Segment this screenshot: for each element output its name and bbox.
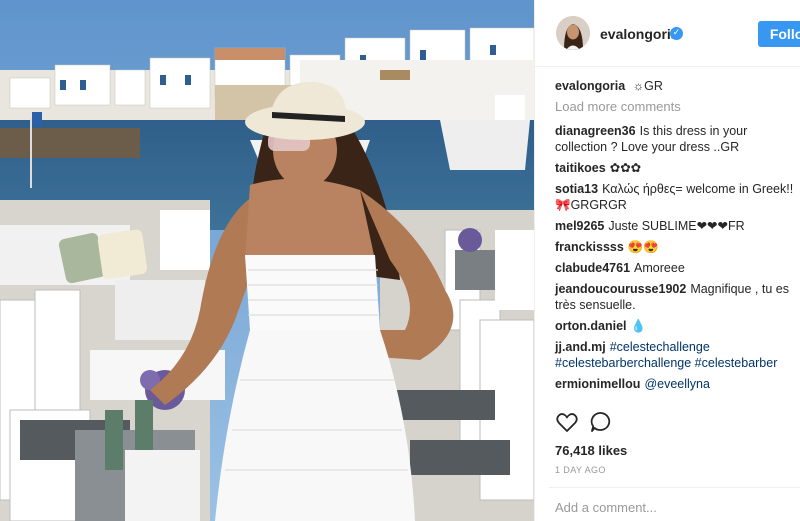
comment-text: Amoreee bbox=[634, 261, 685, 275]
comment-text: ✿✿✿ bbox=[609, 161, 642, 175]
comment-text: Juste SUBLIME❤❤❤FR bbox=[608, 219, 745, 233]
avatar[interactable] bbox=[556, 16, 590, 50]
add-comment-input[interactable] bbox=[555, 500, 775, 515]
comment-username[interactable]: jeandoucourusse1902 bbox=[555, 282, 686, 296]
comment-username[interactable]: sotia13 bbox=[555, 182, 598, 196]
load-more-comments-link[interactable]: Load more comments bbox=[555, 99, 800, 115]
comment-item: orton.daniel 💧 bbox=[555, 318, 800, 334]
likes-count[interactable]: 76,418 likes bbox=[555, 443, 627, 458]
photo-scene bbox=[0, 0, 534, 521]
avatar-image bbox=[556, 16, 590, 50]
verified-badge-icon: ✓ bbox=[670, 27, 683, 40]
header-username[interactable]: evalongoria bbox=[600, 26, 679, 42]
comment-item: franckissss 😍😍 bbox=[555, 239, 800, 255]
comment-item: jeandoucourusse1902 Magnifique , tu es tr… bbox=[555, 281, 800, 313]
comment-text: 😍😍 bbox=[627, 240, 659, 254]
comment-username[interactable]: dianagreen36 bbox=[555, 124, 636, 138]
comment-text: 💧 bbox=[630, 319, 647, 333]
comment-username[interactable]: orton.daniel bbox=[555, 319, 627, 333]
comment-item: jj.and.mj #celestechallenge #celestebarbe… bbox=[555, 339, 800, 371]
comment-username[interactable]: clabude4761 bbox=[555, 261, 630, 275]
comment-item: mel9265 Juste SUBLIME❤❤❤FR bbox=[555, 218, 800, 234]
post-header: evalongoria ✓ Follow bbox=[535, 0, 800, 67]
comment-item: clabude4761 Amoreee bbox=[555, 260, 800, 276]
caption-text: ☼GR bbox=[632, 79, 663, 93]
comment-item: dianagreen36 Is this dress in your collec… bbox=[555, 123, 800, 155]
post-photo[interactable] bbox=[0, 0, 534, 521]
caption: evalongoria ☼GR bbox=[555, 78, 800, 94]
divider bbox=[549, 487, 800, 488]
comment-username[interactable]: mel9265 bbox=[555, 219, 604, 233]
comment-username[interactable]: franckissss bbox=[555, 240, 624, 254]
heart-icon[interactable] bbox=[555, 410, 579, 434]
comment-bubble-icon[interactable] bbox=[589, 410, 613, 434]
post-timestamp[interactable]: 1 DAY AGO bbox=[555, 465, 606, 475]
post-panel: evalongoria ✓ Follow evalongoria ☼GR Loa… bbox=[534, 0, 800, 521]
caption-username[interactable]: evalongoria bbox=[555, 79, 625, 93]
comment-mention[interactable]: @eveellyna bbox=[644, 377, 710, 391]
comment-item: taitikoes ✿✿✿ bbox=[555, 160, 800, 176]
comment-username[interactable]: ermionimellou bbox=[555, 377, 640, 391]
comment-username[interactable]: jj.and.mj bbox=[555, 340, 606, 354]
comment-username[interactable]: taitikoes bbox=[555, 161, 606, 175]
follow-button[interactable]: Follow bbox=[758, 21, 800, 47]
comment-item: ermionimellou @eveellyna bbox=[555, 376, 800, 392]
comment-item: sotia13 Καλώς ήρθες= welcome in Greek!! 🎀… bbox=[555, 181, 800, 213]
comments-list: evalongoria ☼GR Load more comments diana… bbox=[555, 78, 800, 397]
